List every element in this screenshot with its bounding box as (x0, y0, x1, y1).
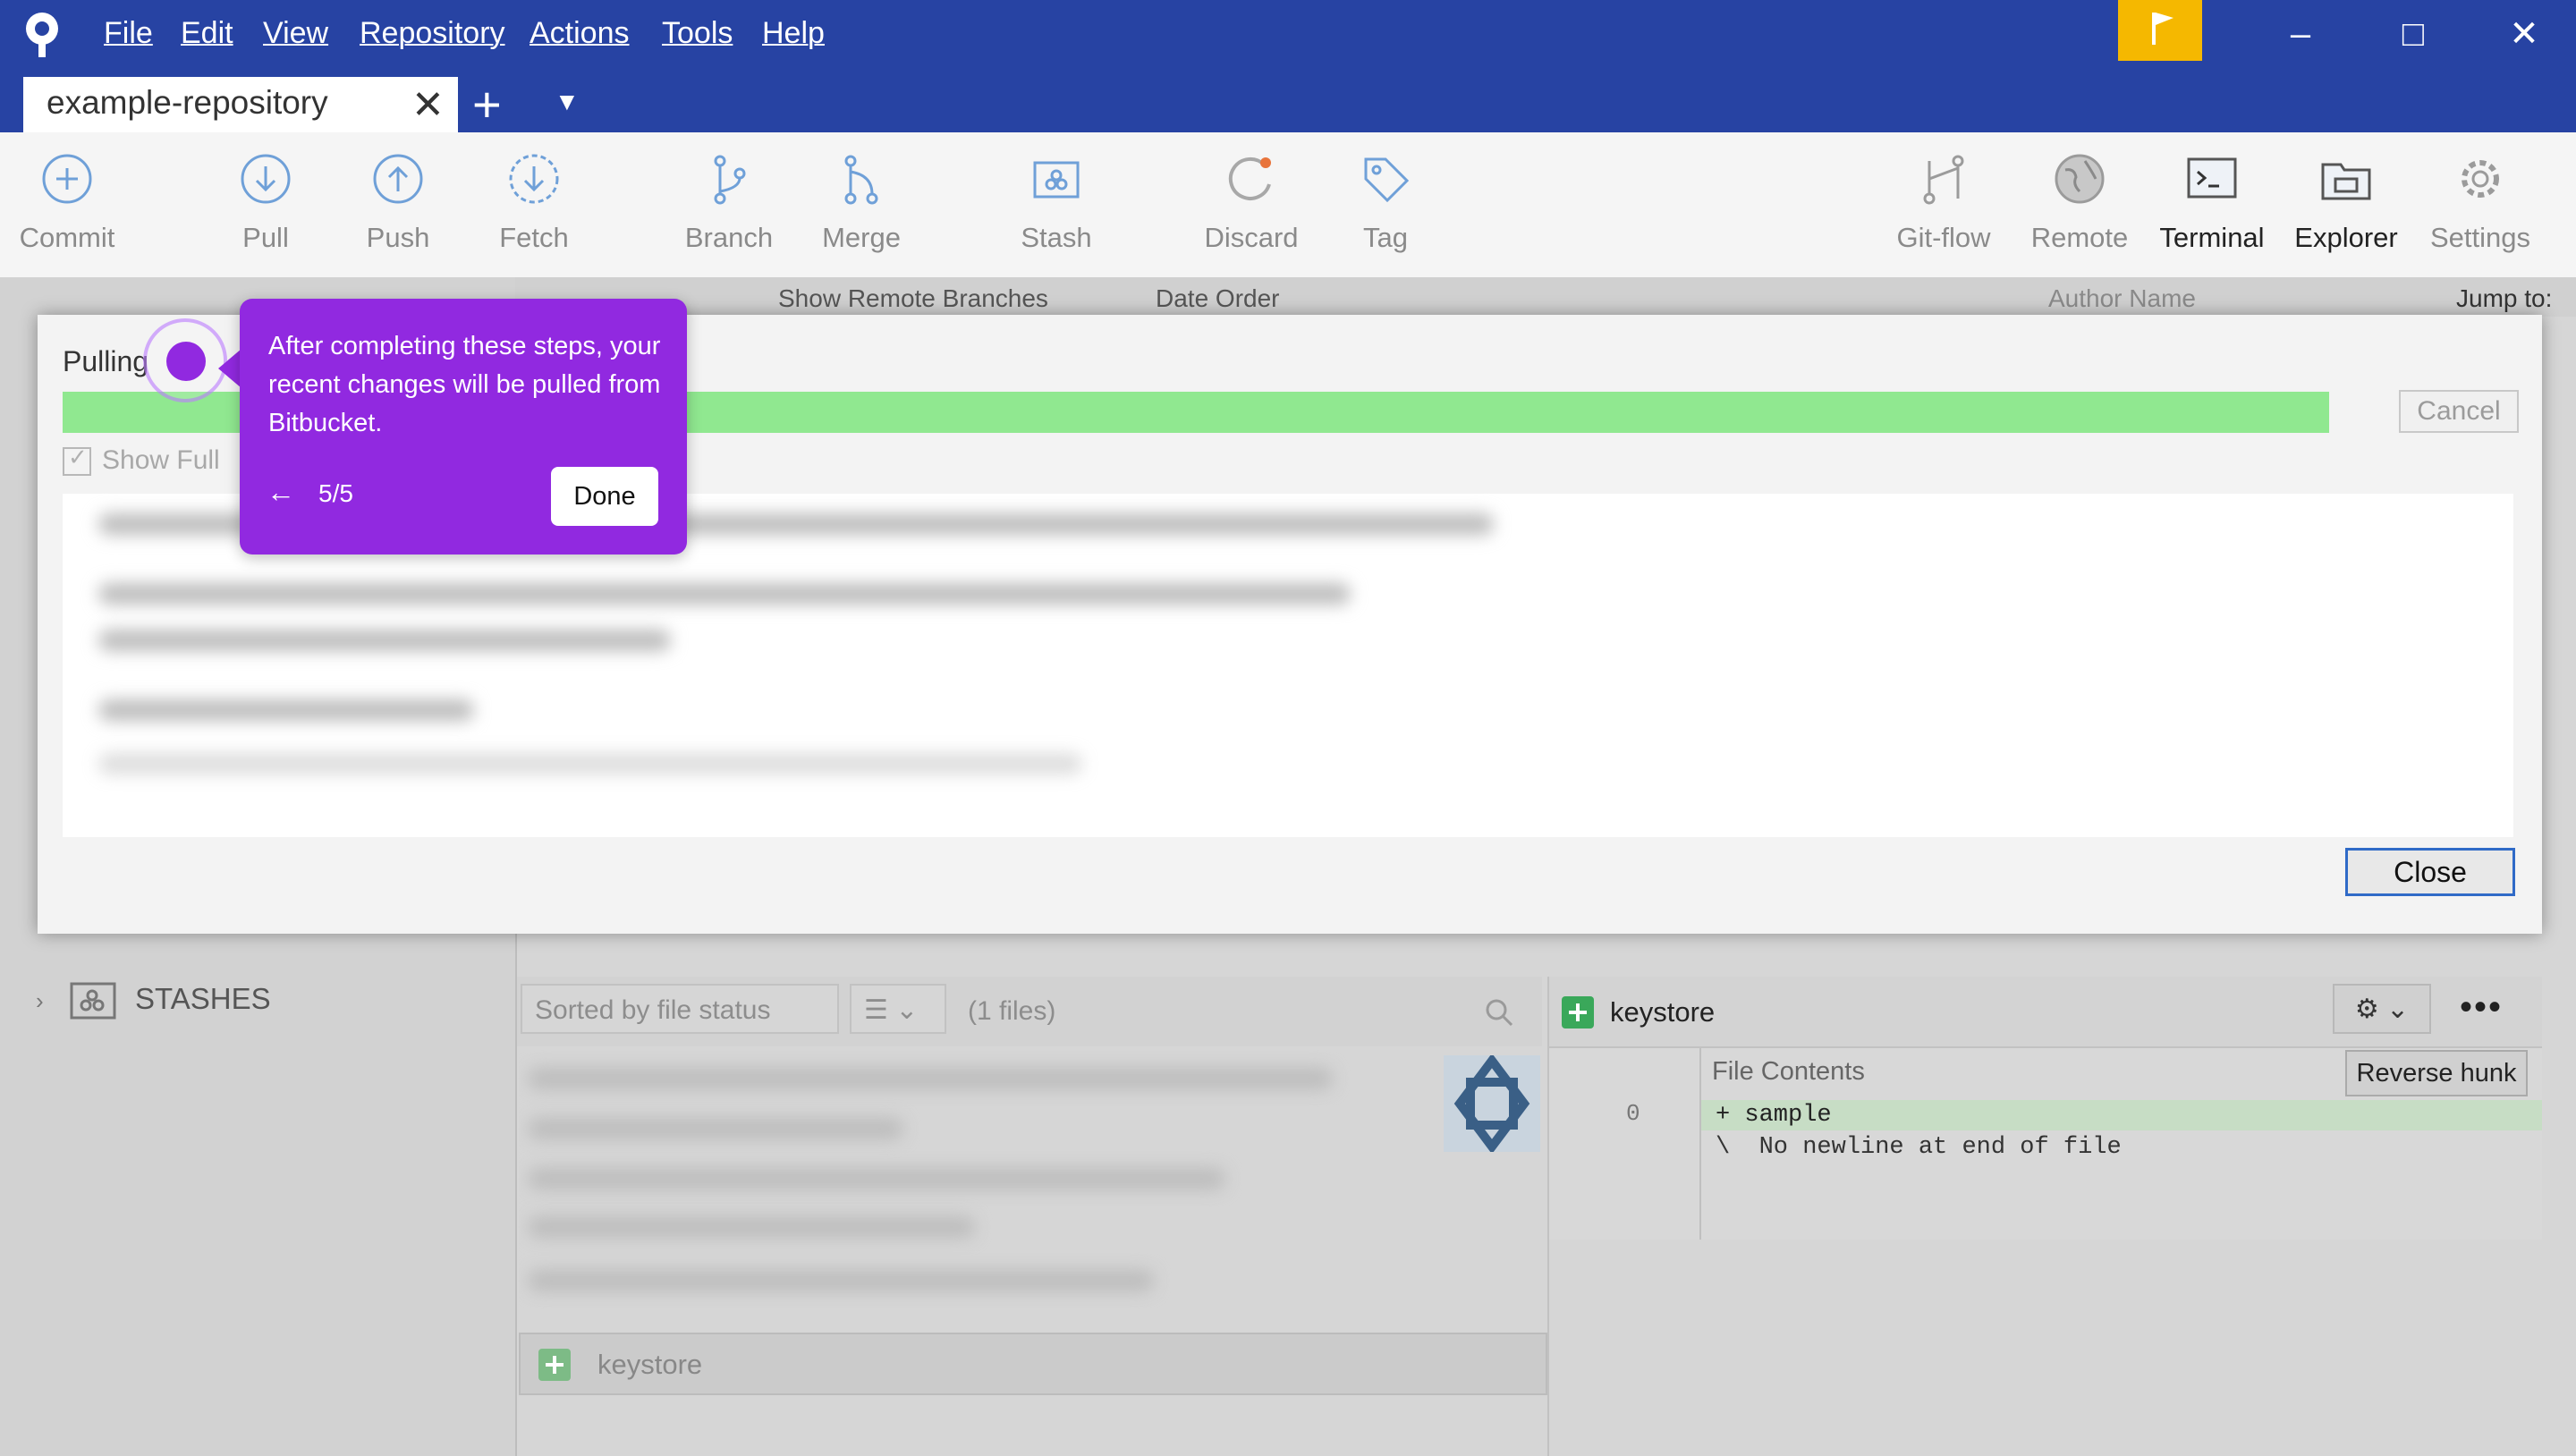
gear-icon (2462, 160, 2499, 198)
branch-button[interactable]: Branch (662, 152, 796, 254)
fetch-button[interactable]: Fetch (467, 152, 601, 254)
minimize-button[interactable]: – (2274, 7, 2327, 61)
sort-dropdown[interactable]: Sorted by file status (521, 984, 839, 1034)
stashes-label: STASHES (135, 982, 271, 1015)
chevron-right-icon: › (36, 987, 44, 1014)
terminal-icon (2187, 157, 2237, 199)
author-search-input[interactable]: Author Name (2048, 284, 2196, 313)
file-added-icon (538, 1349, 571, 1381)
tab-dropdown-icon[interactable]: ▼ (555, 88, 580, 116)
flag-icon (2152, 13, 2174, 45)
diff-options-dropdown[interactable]: ⚙ ⌄ (2333, 984, 2431, 1034)
hunk-header-label: File Contents (1712, 1057, 1865, 1086)
stashes-section[interactable]: › STASHES (36, 982, 271, 1020)
repository-tab[interactable]: example-repository ✕ (23, 77, 458, 132)
menu-help[interactable]: Help (762, 16, 825, 51)
avatar (1444, 1055, 1540, 1152)
stash-button[interactable]: Stash (989, 152, 1123, 254)
diff-line-note: \ No newline at end of file (1716, 1134, 2122, 1161)
jump-to-label: Jump to: (2456, 284, 2553, 312)
flag-button[interactable] (2118, 0, 2202, 61)
reverse-hunk-button[interactable]: Reverse hunk (2345, 1050, 2528, 1096)
menu-tools[interactable]: Tools (662, 16, 733, 51)
sourcetree-logo-icon (26, 13, 58, 57)
gitflow-icon (1923, 155, 1964, 205)
tag-button[interactable]: Tag (1318, 152, 1453, 254)
stash-icon (70, 982, 116, 1020)
branch-icon (714, 155, 746, 205)
folder-icon (2321, 163, 2371, 200)
diff-header: keystore ⚙ ⌄ ••• (1549, 977, 2542, 1048)
checkbox-checked-icon: ✓ (63, 444, 91, 477)
remote-button[interactable]: Remote (2012, 152, 2147, 254)
terminal-button[interactable]: Terminal (2145, 152, 2279, 254)
date-order-dropdown[interactable]: Date Order (1156, 284, 1280, 313)
stash-icon (1033, 161, 1080, 199)
search-icon[interactable] (1483, 996, 1515, 1029)
more-options-icon[interactable]: ••• (2460, 987, 2503, 1028)
menu-file[interactable]: File (104, 16, 153, 51)
tag-icon (1364, 157, 1410, 203)
show-full-checkbox[interactable]: ✓ Show Full (63, 444, 220, 477)
title-bar: File Edit View Repository Actions Tools … (0, 0, 2576, 132)
file-name: keystore (597, 1349, 703, 1380)
tour-beacon-dot (166, 342, 206, 381)
view-mode-dropdown[interactable]: ☰ ⌄ (850, 984, 946, 1034)
diff-file-name: keystore (1610, 996, 1716, 1028)
push-icon (373, 154, 423, 204)
file-count: (1 files) (968, 996, 1056, 1026)
show-remote-branches-label[interactable]: Show Remote Branches (778, 284, 1048, 313)
main-toolbar: Commit Pull Push Fetch Branch Merge Stas… (0, 132, 2576, 279)
maximize-button[interactable]: □ (2386, 7, 2440, 61)
merge-icon (844, 155, 878, 205)
commit-icon (42, 154, 92, 204)
new-tab-button[interactable]: + (472, 75, 502, 133)
push-button[interactable]: Push (331, 152, 465, 254)
done-button[interactable]: Done (551, 467, 658, 526)
globe-icon (2055, 154, 2105, 204)
file-list-item[interactable]: keystore (519, 1333, 1547, 1395)
menu-actions[interactable]: Actions (530, 16, 630, 51)
commit-button[interactable]: Commit (0, 152, 134, 254)
cancel-button[interactable]: Cancel (2399, 390, 2519, 433)
menu-edit[interactable]: Edit (181, 16, 233, 51)
discard-icon (1228, 157, 1271, 200)
tour-tooltip: After completing these steps, your recen… (240, 299, 687, 554)
show-full-label: Show Full (102, 445, 220, 475)
pull-button[interactable]: Pull (199, 152, 333, 254)
fetch-icon (509, 154, 559, 204)
menu-view[interactable]: View (263, 16, 328, 51)
commit-details-blurred (519, 1046, 1542, 1329)
file-list-toolbar: Sorted by file status ☰ ⌄ (1 files) (517, 977, 1542, 1046)
close-button[interactable]: Close (2345, 848, 2515, 896)
tooltip-step-counter: 5/5 (318, 479, 353, 507)
menu-repository[interactable]: Repository (360, 16, 505, 51)
window-close-button[interactable]: ✕ (2497, 7, 2551, 61)
back-arrow-icon[interactable]: ← (267, 476, 295, 509)
tab-label: example-repository (47, 84, 328, 121)
pull-icon (241, 154, 291, 204)
tooltip-text: After completing these steps, your recen… (268, 332, 661, 437)
discard-button[interactable]: Discard (1184, 152, 1318, 254)
gitflow-button[interactable]: Git-flow (1877, 152, 2011, 254)
tooltip-arrow (218, 349, 242, 388)
line-number: 0 (1626, 1100, 1640, 1127)
diff-line-added: + sample (1716, 1102, 1832, 1129)
explorer-button[interactable]: Explorer (2279, 152, 2413, 254)
diff-hunk: File Contents Reverse hunk 0 + sample \ … (1549, 1048, 2542, 1240)
dialog-title: Pulling (63, 345, 149, 377)
settings-button[interactable]: Settings (2413, 152, 2547, 254)
file-added-icon (1562, 996, 1594, 1029)
merge-button[interactable]: Merge (794, 152, 928, 254)
diff-panel: keystore ⚙ ⌄ ••• File Contents Reverse h… (1547, 977, 2542, 1456)
tab-close-icon[interactable]: ✕ (411, 82, 445, 128)
